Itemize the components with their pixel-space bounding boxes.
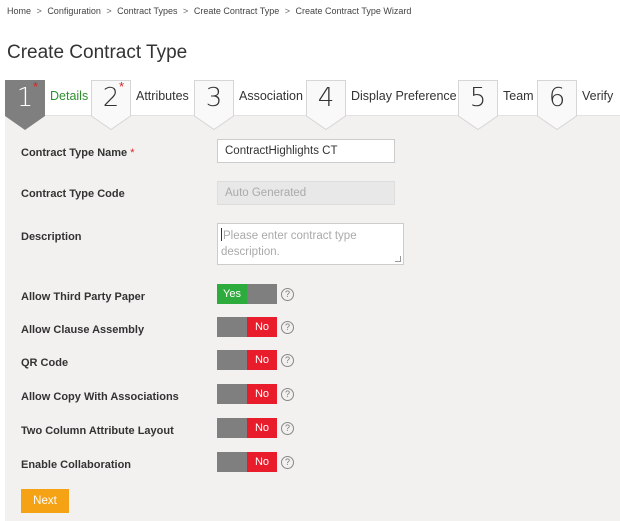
allow-third-party-paper-toggle[interactable]: Yes [217, 284, 277, 304]
breadcrumb-create-contract-type[interactable]: Create Contract Type [194, 6, 279, 16]
two-column-attribute-layout-toggle[interactable]: No [217, 418, 277, 438]
question-circle-icon[interactable]: ? [281, 288, 294, 301]
toggle-knob [247, 284, 277, 304]
contract-type-name-input[interactable] [217, 139, 395, 163]
wizard-step-attributes[interactable]: 2 * Attributes [91, 79, 189, 131]
contract-type-name-label: Contract Type Name * [21, 147, 135, 159]
contract-type-code-label: Contract Type Code [21, 188, 125, 200]
allow-third-party-paper-label: Allow Third Party Paper [21, 291, 146, 303]
toggle-knob [217, 418, 247, 438]
breadcrumb-wizard: Create Contract Type Wizard [295, 6, 412, 16]
step-label: Attributes [136, 89, 189, 103]
step-label: Details [50, 89, 89, 103]
breadcrumb-home[interactable]: Home [7, 6, 31, 16]
allow-clause-assembly-label: Allow Clause Assembly [21, 324, 145, 336]
toggle-no: No [247, 452, 277, 472]
step-label: Verify [582, 89, 614, 103]
step-label: Association [239, 89, 303, 103]
step-number: 1 [16, 83, 34, 113]
enable-collaboration-toggle[interactable]: No [217, 452, 277, 472]
description-placeholder: Please enter contract type description. [221, 230, 357, 258]
step-badge: 3 [194, 80, 234, 132]
toggle-knob [217, 317, 247, 337]
toggle-knob [217, 350, 247, 370]
step-badge: 4 [306, 80, 346, 132]
step-badge: 6 [537, 80, 577, 132]
text-caret [221, 228, 222, 241]
breadcrumb-separator: > [183, 6, 189, 16]
description-label: Description [21, 231, 82, 243]
next-button[interactable]: Next [21, 489, 69, 513]
question-circle-icon[interactable]: ? [281, 422, 294, 435]
breadcrumb: Home > Configuration > Contract Types > … [7, 6, 411, 16]
breadcrumb-contract-types[interactable]: Contract Types [117, 6, 177, 16]
enable-collaboration-label: Enable Collaboration [21, 459, 132, 471]
wizard-step-verify[interactable]: 6 Verify [537, 80, 614, 131]
qr-code-toggle[interactable]: No [217, 350, 277, 370]
description-textarea[interactable]: Please enter contract type description. [217, 223, 404, 265]
required-mark: * [130, 147, 135, 159]
step-badge: 5 [458, 80, 498, 132]
contract-type-code-input [217, 181, 395, 205]
toggle-yes: Yes [217, 284, 247, 304]
resize-grip-icon[interactable] [395, 256, 401, 262]
toggle-no: No [247, 384, 277, 404]
question-circle-icon[interactable]: ? [281, 354, 294, 367]
allow-copy-with-associations-toggle[interactable]: No [217, 384, 277, 404]
toggle-no: No [247, 418, 277, 438]
toggle-no: No [247, 350, 277, 370]
page-title: Create Contract Type [7, 42, 188, 63]
step-number: 5 [469, 83, 487, 113]
two-column-attribute-layout-label: Two Column Attribute Layout [21, 425, 174, 437]
step-number: 2 [102, 83, 120, 113]
toggle-knob [217, 384, 247, 404]
breadcrumb-separator: > [36, 6, 42, 16]
step-label: Team [503, 89, 534, 103]
step-number: 6 [548, 83, 566, 113]
question-circle-icon[interactable]: ? [281, 388, 294, 401]
breadcrumb-separator: > [106, 6, 112, 16]
allow-copy-with-associations-label: Allow Copy With Associations [21, 391, 179, 403]
required-mark: * [118, 79, 124, 94]
wizard-step-display-preference[interactable]: 4 Display Preference [306, 80, 457, 131]
wizard-step-details[interactable]: 1 * Details [5, 79, 89, 130]
step-number: 3 [205, 83, 223, 113]
step-badge: 1 * [5, 79, 45, 132]
step-number: 4 [317, 83, 335, 113]
question-circle-icon[interactable]: ? [281, 456, 294, 469]
allow-clause-assembly-toggle[interactable]: No [217, 317, 277, 337]
step-label: Display Preference [351, 89, 457, 103]
required-mark: * [32, 79, 38, 94]
qr-code-label: QR Code [21, 357, 69, 369]
toggle-no: No [247, 317, 277, 337]
step-badge: 2 * [91, 79, 131, 132]
toggle-knob [217, 452, 247, 472]
breadcrumb-configuration[interactable]: Configuration [47, 6, 101, 16]
wizard-step-association[interactable]: 3 Association [194, 80, 303, 131]
breadcrumb-separator: > [284, 6, 290, 16]
question-circle-icon[interactable]: ? [281, 321, 294, 334]
wizard-step-team[interactable]: 5 Team [458, 80, 534, 131]
